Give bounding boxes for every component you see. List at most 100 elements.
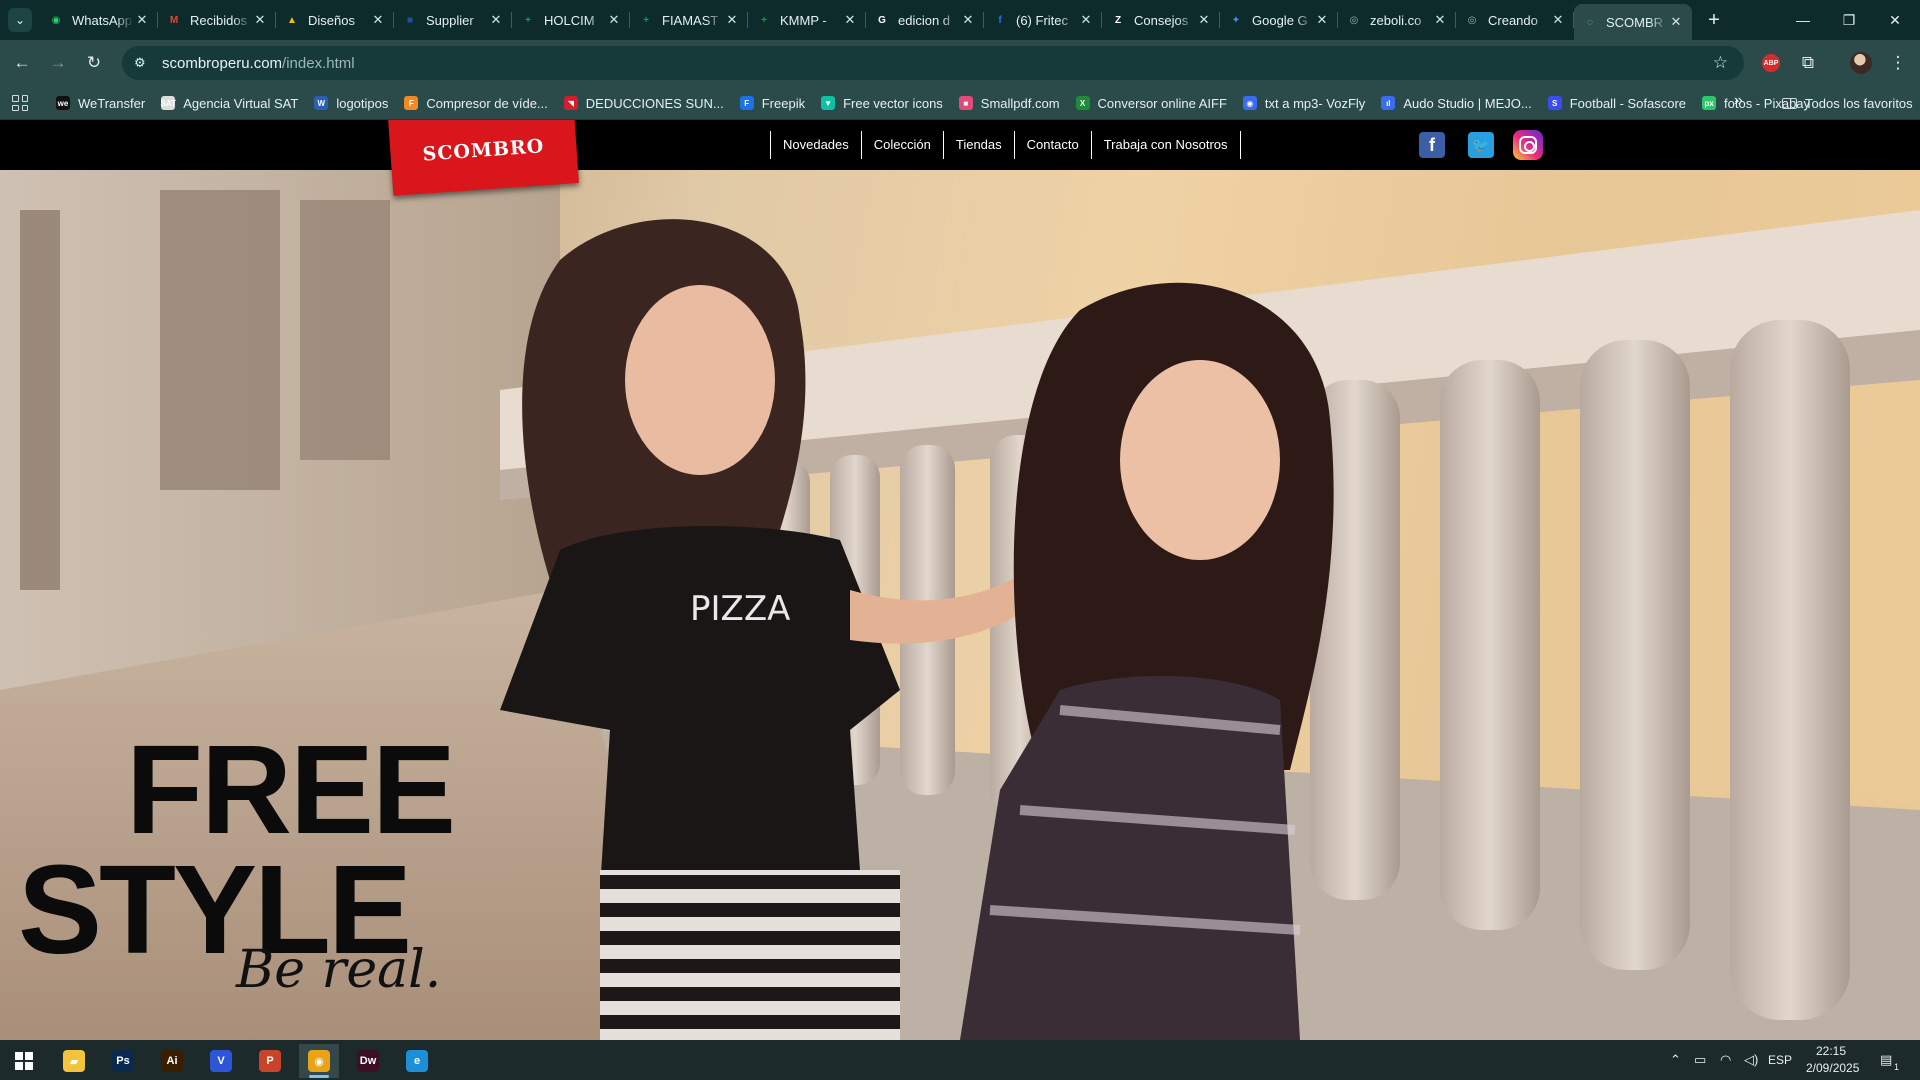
tab-close-icon[interactable]: ✕	[960, 12, 976, 28]
tray-chevron-up-icon[interactable]: ⌃	[1670, 1052, 1681, 1068]
apps-grid-icon[interactable]	[12, 95, 28, 111]
clock-date[interactable]: 2/09/2025	[1806, 1061, 1859, 1075]
bookmark-item[interactable]: ıl Audo Studio | MEJO...	[1381, 96, 1532, 111]
bookmark-item[interactable]: ◉ txt a mp3- VozFly	[1242, 95, 1366, 111]
bookmark-label: DEDUCCIONES SUN...	[585, 95, 724, 111]
nav-item[interactable]: Colección	[860, 131, 943, 159]
facebook-icon[interactable]: f	[1419, 132, 1445, 158]
tab-close-icon[interactable]: ✕	[488, 12, 504, 28]
volume-icon[interactable]: ◁)	[1744, 1052, 1758, 1068]
browser-tab[interactable]: + KMMP - ✕	[748, 0, 866, 40]
nav-item[interactable]: Trabaja con Nosotros	[1090, 131, 1241, 159]
browser-tab[interactable]: Gedicion d ✕	[866, 0, 984, 40]
tab-close-icon[interactable]: ✕	[1078, 12, 1094, 28]
tab-close-icon[interactable]: ✕	[1550, 12, 1566, 28]
twitter-glyph: 🐦	[1472, 136, 1490, 153]
restore-icon[interactable]: ❐	[1826, 0, 1872, 40]
bookmark-label: txt a mp3- VozFly	[1264, 95, 1366, 111]
browser-tab[interactable]: + FIAMAST ✕	[630, 0, 748, 40]
twitter-icon[interactable]: 🐦	[1468, 132, 1494, 158]
browser-tab[interactable]: ◌ SCOMBR ✕	[1574, 4, 1692, 40]
browser-tab[interactable]: Z Consejos ✕	[1102, 0, 1220, 40]
input-language[interactable]: ESP	[1768, 1053, 1792, 1067]
new-tab-button[interactable]: +	[1702, 8, 1726, 32]
nav-item[interactable]: Novedades	[770, 131, 861, 159]
tab-close-icon[interactable]: ✕	[1196, 12, 1212, 28]
address-bar[interactable]: ⚙ scombroperu.com/index.html ☆	[122, 46, 1744, 80]
tab-title: Consejos	[1134, 12, 1189, 28]
main-nav: Novedades Colección Tiendas Contacto Trabaja…	[770, 131, 1241, 159]
forward-arrow-icon[interactable]: →	[44, 49, 72, 77]
browser-tab[interactable]: f (6) Fritec ✕	[984, 0, 1102, 40]
taskbar-vpn[interactable]: V	[201, 1044, 241, 1078]
tab-close-icon[interactable]: ✕	[370, 12, 386, 28]
bookmark-item[interactable]: SAT Agencia Virtual SAT	[160, 96, 298, 111]
sofascore-icon: S	[1547, 96, 1562, 110]
browser-tab[interactable]: + HOLCIM ✕	[512, 0, 630, 40]
bookmark-star-icon[interactable]: ☆	[1713, 53, 1728, 73]
close-window-icon[interactable]: ✕	[1872, 0, 1918, 40]
browser-tab[interactable]: M Recibidos ✕	[158, 0, 276, 40]
all-bookmarks-folder[interactable]: Todos los favoritos	[1782, 86, 1913, 120]
clock-time[interactable]: 22:15	[1816, 1044, 1846, 1058]
bookmark-item[interactable]: ◥ DEDUCCIONES SUN...	[563, 95, 724, 111]
url-text[interactable]: scombroperu.com/index.html	[162, 55, 355, 72]
globe-icon: ◎	[1349, 14, 1359, 26]
taskbar-powerpoint[interactable]: P	[250, 1044, 290, 1078]
tab-close-icon[interactable]: ✕	[1432, 12, 1448, 28]
extensions-puzzle-icon[interactable]: ⧉	[1794, 49, 1822, 77]
reload-icon[interactable]: ↻	[80, 49, 108, 77]
tab-close-icon[interactable]: ✕	[842, 12, 858, 28]
profile-avatar[interactable]	[1850, 52, 1872, 74]
nav-item[interactable]: Contacto	[1013, 131, 1091, 159]
taskbar-dreamweaver[interactable]: Dw	[348, 1044, 388, 1078]
photoshop-icon: Ps	[112, 1050, 134, 1072]
taskbar-file-explorer[interactable]: ▰	[54, 1044, 94, 1078]
minimize-icon[interactable]: —	[1780, 0, 1826, 40]
taskbar-photoshop[interactable]: Ps	[103, 1044, 143, 1078]
browser-tab[interactable]: ■ Supplier ✕	[394, 0, 512, 40]
wetransfer-icon: we	[56, 96, 70, 110]
browser-tab[interactable]: ▲ Diseños ✕	[276, 0, 394, 40]
wifi-icon[interactable]: ◠	[1720, 1052, 1731, 1068]
back-arrow-icon[interactable]: ←	[8, 49, 36, 77]
tab-search-chevron-icon[interactable]: ⌄	[8, 8, 32, 32]
taskbar-chrome[interactable]: ◉	[299, 1044, 339, 1078]
tab-close-icon[interactable]: ✕	[724, 12, 740, 28]
bookmark-item[interactable]: ■ Smallpdf.com	[958, 96, 1060, 111]
bookmark-item[interactable]: X Conversor online AIFF	[1075, 96, 1227, 111]
bookmark-item[interactable]: F Freepik	[739, 95, 806, 111]
instagram-icon[interactable]	[1513, 130, 1543, 160]
bookmark-item[interactable]: Wlogotipos	[314, 96, 388, 111]
bookmark-item[interactable]: F Compresor de víde...	[404, 96, 548, 111]
menu-kebab-icon[interactable]: ⋮	[1884, 49, 1912, 77]
bookmark-label: Freepik	[761, 95, 806, 111]
browser-tab[interactable]: ✦ Google G ✕	[1220, 0, 1338, 40]
tab-close-icon[interactable]: ✕	[252, 12, 268, 28]
headline-line-1: FREE	[126, 719, 456, 860]
tab-close-icon[interactable]: ✕	[1668, 14, 1684, 30]
browser-tab[interactable]: ◎ zeboli.co ✕	[1338, 0, 1456, 40]
more-bookmarks-chevron-icon[interactable]: »	[1734, 92, 1743, 110]
taskbar-illustrator[interactable]: Ai	[152, 1044, 192, 1078]
browser-tab[interactable]: ◎ Creando ✕	[1456, 0, 1574, 40]
bookmark-item[interactable]: ▼ Free vector icons	[821, 96, 943, 111]
scombro-logo[interactable]: SCOMBRO	[388, 120, 579, 196]
site-header: Novedades Colección Tiendas Contacto Trabaja…	[0, 120, 1920, 170]
notification-center-icon[interactable]: ▤	[1880, 1052, 1892, 1068]
converter-icon: X	[1075, 96, 1090, 110]
tab-title: Creando	[1488, 12, 1538, 28]
sheets-icon: +	[643, 14, 649, 26]
nav-item[interactable]: Tiendas	[942, 131, 1014, 159]
battery-icon[interactable]: ▭	[1694, 1052, 1706, 1068]
bookmark-item[interactable]: S Football - Sofascore	[1547, 96, 1686, 111]
start-button[interactable]	[4, 1044, 44, 1078]
taskbar-edge[interactable]: e	[397, 1044, 437, 1078]
tab-close-icon[interactable]: ✕	[134, 12, 150, 28]
browser-tab[interactable]: ◉ WhatsApp ✕	[40, 0, 158, 40]
site-info-icon[interactable]: ⚙	[134, 55, 160, 71]
tab-close-icon[interactable]: ✕	[1314, 12, 1330, 28]
adblock-extension-icon[interactable]: ABP	[1762, 54, 1780, 72]
tab-close-icon[interactable]: ✕	[606, 12, 622, 28]
bookmark-item[interactable]: we WeTransfer	[56, 96, 145, 111]
